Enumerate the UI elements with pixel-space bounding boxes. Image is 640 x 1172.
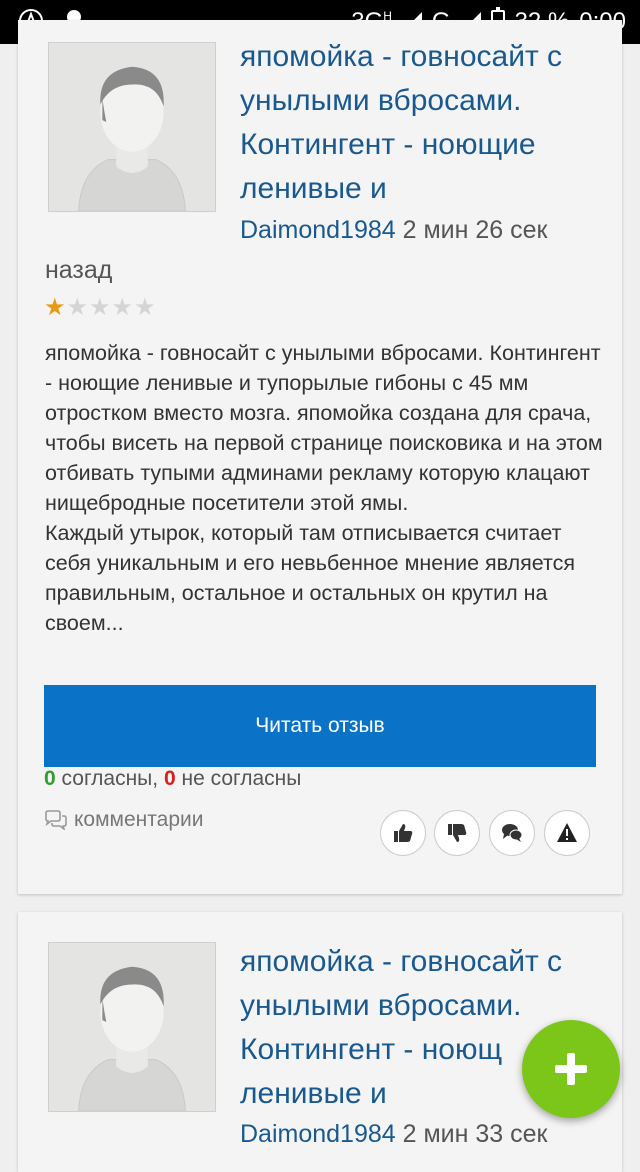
- author-link[interactable]: Daimond1984: [240, 216, 396, 244]
- star-icon: ★: [44, 294, 66, 321]
- comments-label: комментарии: [74, 808, 204, 831]
- time-ago-tail: назад: [45, 256, 113, 284]
- read-review-button[interactable]: Читать отзыв: [44, 685, 596, 767]
- user-placeholder-icon: [49, 943, 215, 1111]
- thumbs-up-icon: [394, 824, 413, 842]
- disagree-count: 0: [163, 767, 176, 790]
- author-line: Daimond1984 2 мин 33 сек: [240, 1120, 547, 1149]
- comment-button[interactable]: [489, 810, 535, 856]
- agree-label: согласны,: [61, 767, 159, 790]
- review-text: япомойка - говносайт с унылыми вбросами.…: [45, 338, 605, 638]
- warning-icon: [557, 823, 577, 842]
- comments-icon: [45, 810, 67, 830]
- avatar: [48, 42, 216, 212]
- user-placeholder-icon: [49, 43, 215, 211]
- star-icon: ★: [66, 294, 89, 321]
- report-button[interactable]: [544, 810, 590, 856]
- comments-link[interactable]: комментарии: [44, 808, 203, 832]
- review-paragraph: Каждый утырок, который там отписывается …: [45, 521, 576, 635]
- add-review-button[interactable]: [522, 1020, 620, 1118]
- plus-icon: [555, 1053, 587, 1085]
- author-link[interactable]: Daimond1984: [240, 1120, 396, 1148]
- like-button[interactable]: [380, 810, 426, 856]
- agree-count: 0: [44, 767, 56, 790]
- vote-summary: 0 согласны, 0 не согласны: [44, 767, 301, 791]
- disagree-label: не согласны: [181, 767, 302, 790]
- review-card: япомойка - говносайт с унылыми вбросами.…: [18, 20, 622, 894]
- thumbs-down-icon: [448, 824, 467, 842]
- time-ago: 2 мин 26 сек: [402, 216, 548, 244]
- chat-icon: [502, 824, 523, 842]
- rating-stars: ★ ★ ★ ★ ★: [44, 296, 156, 320]
- star-icon: ★: [111, 294, 134, 321]
- star-icon: ★: [89, 294, 111, 321]
- author-line: Daimond1984 2 мин 26 сек: [240, 216, 547, 245]
- review-title[interactable]: япомойка - говносайт с унылыми вбросами.…: [240, 35, 610, 211]
- star-icon: ★: [134, 294, 156, 321]
- review-paragraph: япомойка - говносайт с унылыми вбросами.…: [45, 341, 603, 515]
- time-ago: 2 мин 33 сек: [402, 1120, 548, 1148]
- dislike-button[interactable]: [434, 810, 480, 856]
- avatar: [48, 942, 216, 1112]
